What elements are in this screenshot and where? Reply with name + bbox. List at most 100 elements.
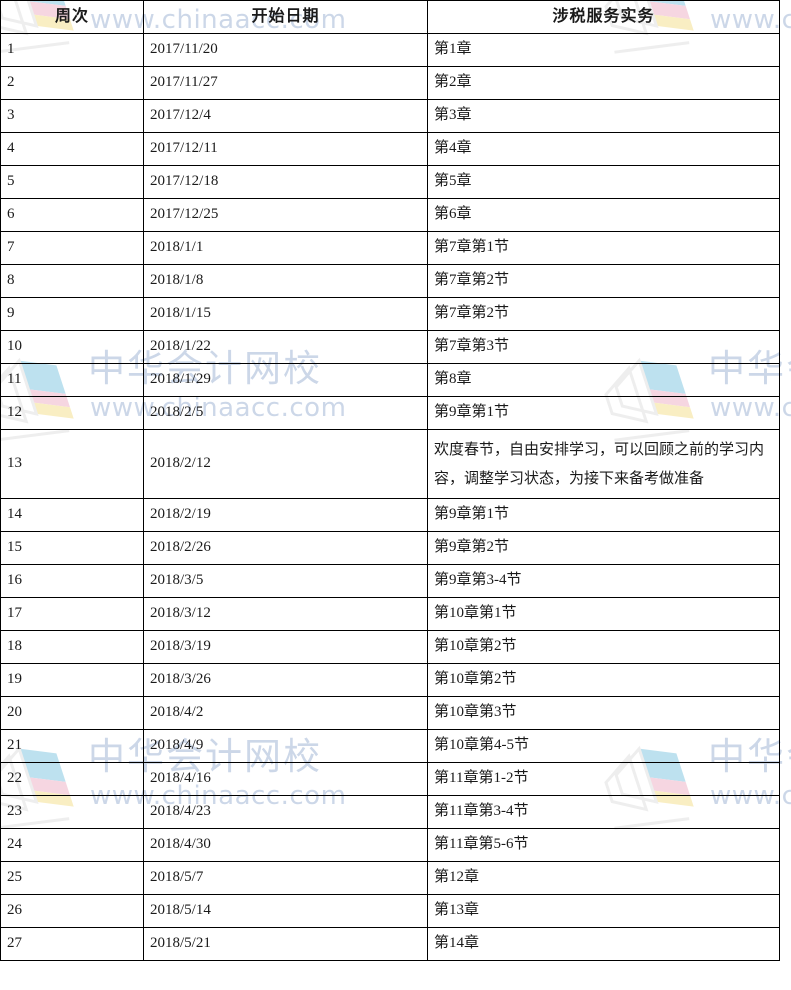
cell-topic: 第9章第2节 xyxy=(427,531,780,565)
table-row: 2 2017/11/27 第2章 xyxy=(0,66,780,100)
cell-start-date: 2017/12/11 xyxy=(143,132,428,166)
cell-start-date: 2018/3/19 xyxy=(143,630,428,664)
column-header-topic: 涉税服务实务 xyxy=(427,0,780,34)
cell-start-date: 2018/4/23 xyxy=(143,795,428,829)
cell-start-date: 2018/2/19 xyxy=(143,498,428,532)
cell-topic: 第5章 xyxy=(427,165,780,199)
cell-start-date: 2017/11/27 xyxy=(143,66,428,100)
table-row: 9 2018/1/15 第7章第2节 xyxy=(0,297,780,331)
cell-start-date: 2018/4/16 xyxy=(143,762,428,796)
cell-topic: 第9章第1节 xyxy=(427,396,780,430)
header-row: 周次 开始日期 涉税服务实务 xyxy=(0,0,780,34)
cell-topic: 第1章 xyxy=(427,33,780,67)
study-schedule-table: 周次 开始日期 涉税服务实务 1 2017/11/20 第1章 2 2017/11/27… xyxy=(0,0,780,961)
cell-topic: 第7章第1节 xyxy=(427,231,780,265)
cell-start-date: 2018/2/12 xyxy=(143,429,428,499)
cell-start-date: 2018/1/8 xyxy=(143,264,428,298)
cell-week: 27 xyxy=(0,927,144,961)
column-header-week: 周次 xyxy=(0,0,144,34)
table-row: 4 2017/12/11 第4章 xyxy=(0,132,780,166)
cell-week: 7 xyxy=(0,231,144,265)
cell-topic: 第9章第3-4节 xyxy=(427,564,780,598)
cell-topic: 第8章 xyxy=(427,363,780,397)
cell-week: 16 xyxy=(0,564,144,598)
page-canvas: 中华会计网校www.chinaacc.com中华会计网校www.chinaacc… xyxy=(0,0,791,990)
cell-week: 21 xyxy=(0,729,144,763)
cell-week: 11 xyxy=(0,363,144,397)
table-row: 25 2018/5/7 第12章 xyxy=(0,861,780,895)
cell-topic: 第7章第2节 xyxy=(427,297,780,331)
cell-topic: 第7章第2节 xyxy=(427,264,780,298)
cell-week: 23 xyxy=(0,795,144,829)
table-row: 19 2018/3/26 第10章第2节 xyxy=(0,663,780,697)
cell-topic: 第3章 xyxy=(427,99,780,133)
cell-start-date: 2018/4/9 xyxy=(143,729,428,763)
cell-topic: 第12章 xyxy=(427,861,780,895)
table-row: 24 2018/4/30 第11章第5-6节 xyxy=(0,828,780,862)
cell-week: 14 xyxy=(0,498,144,532)
cell-topic: 第10章第4-5节 xyxy=(427,729,780,763)
cell-week: 5 xyxy=(0,165,144,199)
cell-week: 9 xyxy=(0,297,144,331)
table-row: 7 2018/1/1 第7章第1节 xyxy=(0,231,780,265)
cell-start-date: 2018/2/26 xyxy=(143,531,428,565)
cell-start-date: 2017/12/18 xyxy=(143,165,428,199)
cell-topic: 第11章第1-2节 xyxy=(427,762,780,796)
cell-topic: 第10章第3节 xyxy=(427,696,780,730)
cell-week: 8 xyxy=(0,264,144,298)
table-row: 13 2018/2/12 欢度春节，自由安排学习，可以回顾之前的学习内容，调整学习状… xyxy=(0,429,780,499)
cell-week: 18 xyxy=(0,630,144,664)
cell-start-date: 2017/12/4 xyxy=(143,99,428,133)
cell-topic: 第11章第5-6节 xyxy=(427,828,780,862)
table-row: 18 2018/3/19 第10章第2节 xyxy=(0,630,780,664)
table-row: 15 2018/2/26 第9章第2节 xyxy=(0,531,780,565)
cell-week: 20 xyxy=(0,696,144,730)
cell-start-date: 2018/5/14 xyxy=(143,894,428,928)
table-body: 1 2017/11/20 第1章 2 2017/11/27 第2章 3 2017/12/4 第3… xyxy=(0,33,780,961)
table-row: 1 2017/11/20 第1章 xyxy=(0,33,780,67)
table-row: 5 2017/12/18 第5章 xyxy=(0,165,780,199)
cell-week: 12 xyxy=(0,396,144,430)
cell-topic: 第6章 xyxy=(427,198,780,232)
cell-start-date: 2018/2/5 xyxy=(143,396,428,430)
cell-week: 1 xyxy=(0,33,144,67)
cell-start-date: 2017/12/25 xyxy=(143,198,428,232)
cell-week: 13 xyxy=(0,429,144,499)
cell-start-date: 2018/1/29 xyxy=(143,363,428,397)
cell-topic: 第10章第1节 xyxy=(427,597,780,631)
table-row: 21 2018/4/9 第10章第4-5节 xyxy=(0,729,780,763)
cell-start-date: 2018/4/2 xyxy=(143,696,428,730)
cell-week: 2 xyxy=(0,66,144,100)
cell-topic: 第7章第3节 xyxy=(427,330,780,364)
cell-week: 4 xyxy=(0,132,144,166)
cell-start-date: 2018/3/12 xyxy=(143,597,428,631)
cell-topic: 第10章第2节 xyxy=(427,663,780,697)
table-row: 8 2018/1/8 第7章第2节 xyxy=(0,264,780,298)
cell-week: 26 xyxy=(0,894,144,928)
cell-week: 19 xyxy=(0,663,144,697)
cell-topic: 第9章第1节 xyxy=(427,498,780,532)
table-header: 周次 开始日期 涉税服务实务 xyxy=(0,0,780,34)
cell-week: 17 xyxy=(0,597,144,631)
cell-start-date: 2018/5/7 xyxy=(143,861,428,895)
cell-start-date: 2018/3/26 xyxy=(143,663,428,697)
cell-week: 15 xyxy=(0,531,144,565)
cell-topic: 第10章第2节 xyxy=(427,630,780,664)
cell-week: 24 xyxy=(0,828,144,862)
table-row: 12 2018/2/5 第9章第1节 xyxy=(0,396,780,430)
table-container: 周次 开始日期 涉税服务实务 1 2017/11/20 第1章 2 2017/11/27… xyxy=(0,0,791,961)
table-row: 22 2018/4/16 第11章第1-2节 xyxy=(0,762,780,796)
cell-start-date: 2018/4/30 xyxy=(143,828,428,862)
table-row: 10 2018/1/22 第7章第3节 xyxy=(0,330,780,364)
cell-week: 6 xyxy=(0,198,144,232)
table-row: 3 2017/12/4 第3章 xyxy=(0,99,780,133)
table-row: 11 2018/1/29 第8章 xyxy=(0,363,780,397)
cell-topic: 第2章 xyxy=(427,66,780,100)
cell-start-date: 2018/1/1 xyxy=(143,231,428,265)
cell-topic: 第13章 xyxy=(427,894,780,928)
cell-start-date: 2018/1/15 xyxy=(143,297,428,331)
table-row: 14 2018/2/19 第9章第1节 xyxy=(0,498,780,532)
cell-week: 25 xyxy=(0,861,144,895)
cell-week: 3 xyxy=(0,99,144,133)
cell-topic: 第11章第3-4节 xyxy=(427,795,780,829)
